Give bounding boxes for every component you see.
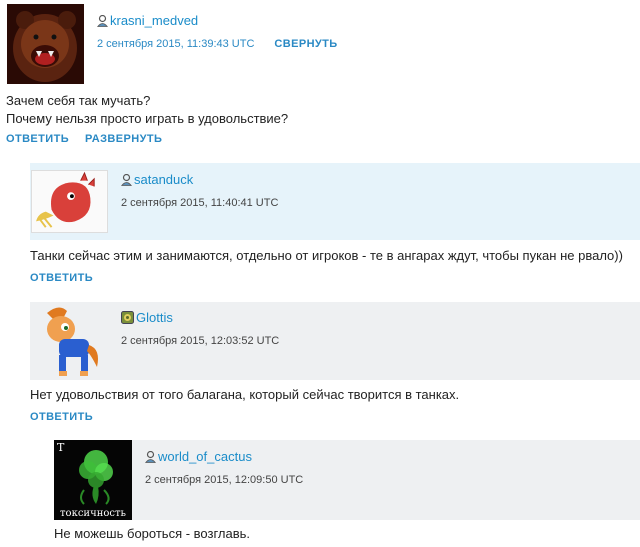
comment-text: Танки сейчас этим и занимаются, отдельно… [30,248,623,263]
clan-badge-icon [121,311,134,324]
comment-meta: Glottis 2 сентября 2015, 12:03:52 UTC [121,310,279,347]
timestamp[interactable]: 2 сентября 2015, 12:03:52 UTC [121,335,279,347]
username[interactable]: Glottis [136,310,173,325]
user-icon [145,450,156,463]
username-row[interactable]: krasni_medved [97,13,338,28]
comment-meta: satanduck 2 сентября 2015, 11:40:41 UTC [121,172,278,209]
user-icon [97,14,108,27]
bear-avatar-image [7,4,84,84]
username[interactable]: satanduck [134,172,193,187]
duck-avatar-image [32,171,107,232]
comment-header [54,440,640,520]
comment-text: Зачем себя так мучать? Почему нельзя про… [6,92,288,128]
avatar[interactable] [31,170,108,233]
user-icon [121,173,132,186]
timestamp[interactable]: 2 сентября 2015, 12:09:50 UTC [145,474,303,486]
comment-meta: krasni_medved 2 сентября 2015, 11:39:43 … [97,13,338,50]
avatar[interactable] [33,303,105,379]
reply-button[interactable]: ОТВЕТИТЬ [30,272,93,284]
comment-text-line: Почему нельзя просто играть в удовольств… [6,111,289,126]
timestamp[interactable]: 2 сентября 2015, 11:39:43 UTC [97,38,254,50]
comment-actions: ОТВЕТИТЬ РАЗВЕРНУТЬ [6,133,162,145]
comment-actions: ОТВЕТИТЬ [30,411,93,423]
reply-button[interactable]: ОТВЕТИТЬ [6,133,69,145]
username-row[interactable]: world_of_cactus [145,449,303,464]
comment-text: Нет удовольствия от того балагана, котор… [30,387,460,402]
avatar-caption-top: T [57,441,65,454]
comment-meta: world_of_cactus 2 сентября 2015, 12:09:5… [145,449,303,486]
comment-text: Не можешь бороться - возглавь. [54,526,251,541]
comment-text-line: Зачем себя так мучать? [6,93,151,108]
username-row[interactable]: satanduck [121,172,278,187]
reply-button[interactable]: ОТВЕТИТЬ [30,411,93,423]
avatar-caption-bottom: токсичность [60,508,126,519]
avatar[interactable]: T токсичность [54,440,132,520]
timestamp[interactable]: 2 сентября 2015, 11:40:41 UTC [121,197,278,209]
username-row[interactable]: Glottis [121,310,279,325]
username[interactable]: world_of_cactus [158,449,252,464]
pony-avatar-image [33,303,105,379]
username[interactable]: krasni_medved [110,13,198,28]
expand-button[interactable]: РАЗВЕРНУТЬ [85,133,162,145]
avatar[interactable] [7,4,84,84]
collapse-button[interactable]: СВЕРНУТЬ [274,38,337,50]
comment-actions: ОТВЕТИТЬ [30,272,93,284]
